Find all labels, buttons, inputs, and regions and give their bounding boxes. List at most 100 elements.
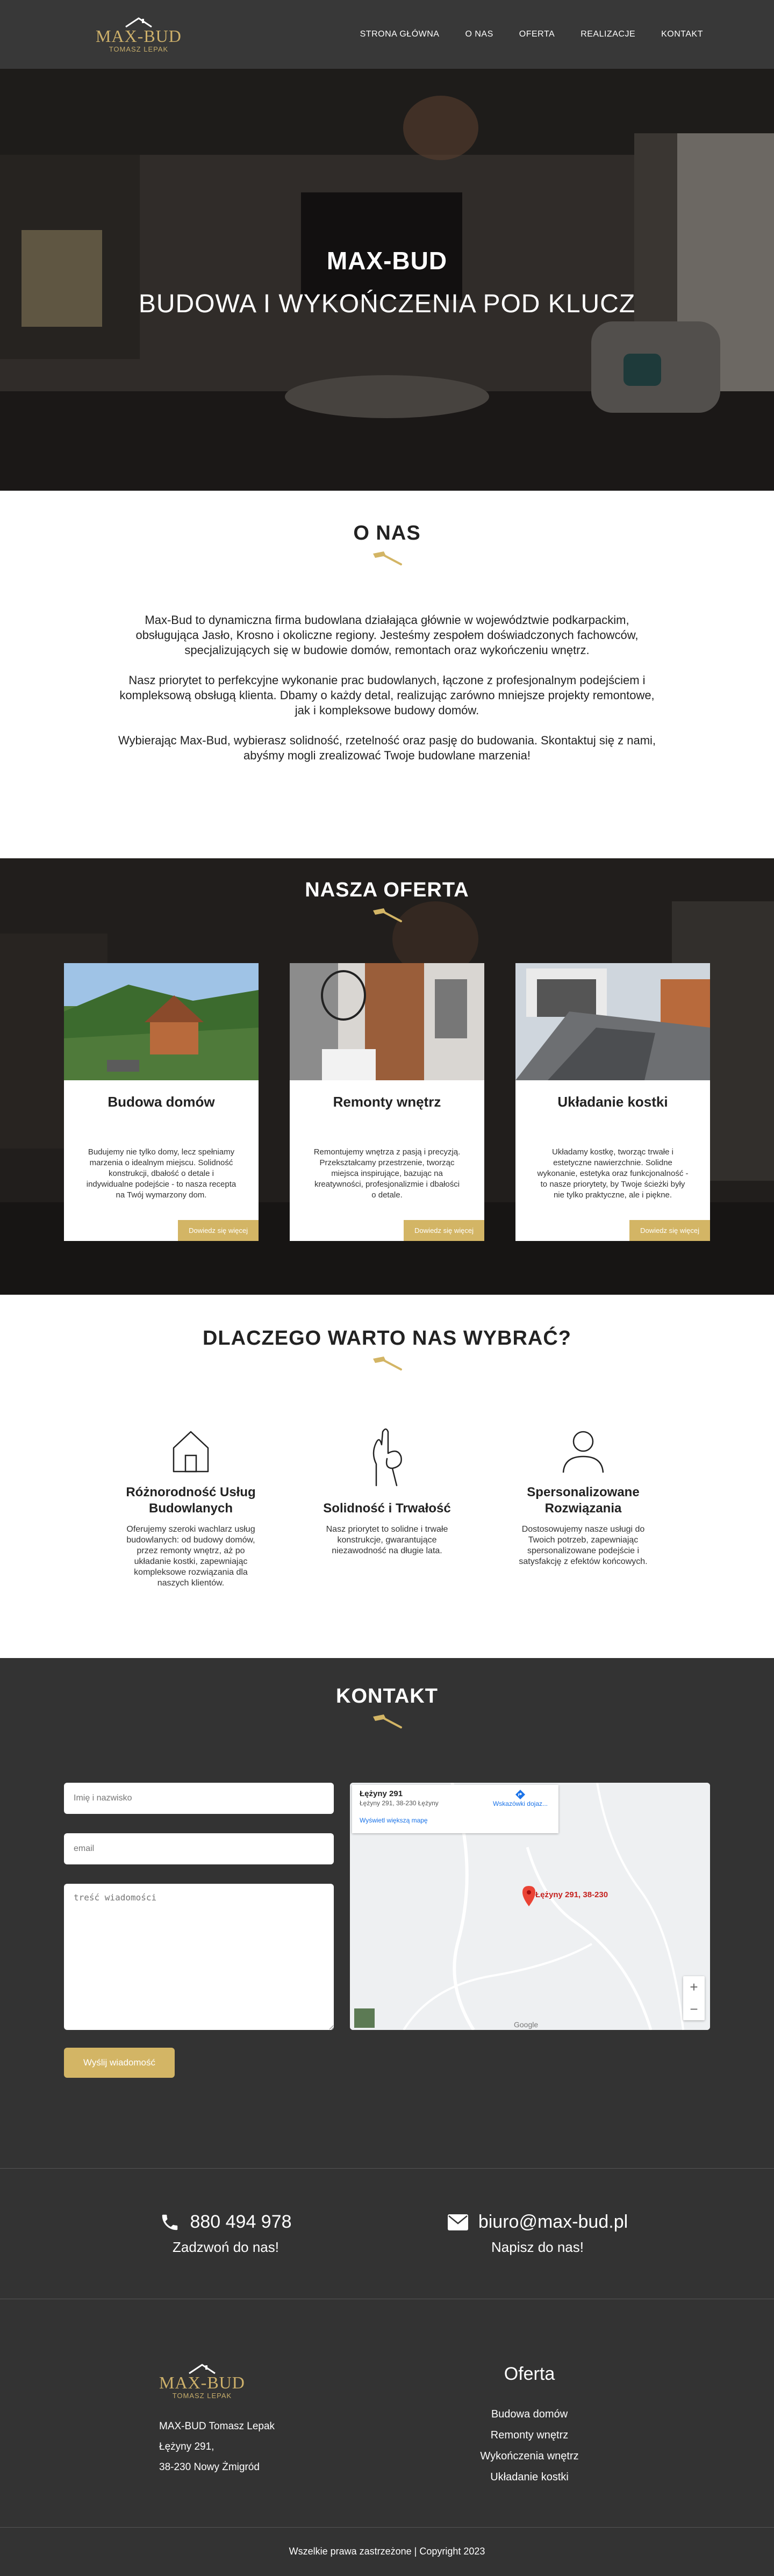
map-zoom-controls: + − [683, 1976, 705, 2020]
address-line: 38-230 Nowy Żmigród [159, 2462, 260, 2473]
offer-card-text: Budujemy nie tylko domy, lecz spełniamy … [86, 1147, 236, 1200]
footer-link-paving[interactable]: Układanie kostki [473, 2467, 586, 2488]
mail-icon [447, 2214, 468, 2230]
nav-contact[interactable]: KONTAKT [661, 30, 703, 39]
nav-projects[interactable]: REALIZACJE [580, 30, 635, 39]
logo-subtitle: TOMASZ LEPAK [172, 2392, 232, 2400]
learn-more-button[interactable]: Dowiedz się więcej [629, 1220, 710, 1241]
phone-number: 880 494 978 [190, 2212, 292, 2232]
about-paragraph: Wybierając Max-Bud, wybierasz solidność,… [118, 734, 656, 762]
house-construction-photo [64, 963, 259, 1080]
email-input[interactable] [64, 1833, 334, 1864]
address-line: MAX-BUD Tomasz Lepak [159, 2421, 275, 2432]
feature-item: Solidność i Trwałość Nasz priorytet to s… [306, 1426, 468, 1589]
feature-text: Oferujemy szeroki wachlarz usług budowla… [126, 1525, 255, 1588]
footer-address: MAX-BUD Tomasz Lepak Łężyny 291, 38-230 … [159, 2416, 275, 2478]
directions-icon [515, 1790, 525, 1799]
email-address: biuro@max-bud.pl [478, 2212, 628, 2232]
paving-photo [515, 963, 710, 1080]
map-info-box: Łężyny 291 Łężyny 291, 38-230 Łężyny Wyś… [352, 1785, 558, 1833]
why-us-section: DLACZEGO WARTO NAS WYBRAĆ? Różnorodność … [0, 1295, 774, 1658]
email-block: biuro@max-bud.pl Napisz do nas! [435, 2212, 640, 2256]
email-caption: Napisz do nas! [491, 2239, 584, 2255]
footer-link-finishing[interactable]: Wykończenia wnętrz [473, 2446, 586, 2467]
address-line: Łężyny 291, [159, 2441, 214, 2452]
bathroom-photo [290, 963, 484, 1080]
feature-text: Dostosowujemy nasze usługi do Twoich pot… [519, 1525, 648, 1566]
about-section: O NAS Max-Bud to dynamiczna firma budowl… [0, 491, 774, 858]
nav-home[interactable]: STRONA GŁÓWNA [360, 30, 440, 39]
contact-title: KONTAKT [336, 1685, 438, 1707]
feature-title: Różnorodność Usług Budowlanych [126, 1485, 256, 1516]
feature-text: Nasz priorytet to solidne i trwałe konst… [326, 1525, 448, 1555]
zoom-in-button[interactable]: + [683, 1976, 705, 1998]
features-list: Różnorodność Usług Budowlanych Oferujemy… [110, 1426, 664, 1589]
house-icon [173, 1431, 209, 1473]
why-us-title: DLACZEGO WARTO NAS WYBRAĆ? [202, 1327, 572, 1350]
phone-link[interactable]: 880 494 978 [140, 2212, 312, 2233]
logo-brand: MAX-BUD [96, 26, 182, 46]
about-paragraph: Nasz priorytet to perfekcyjne wykonanie … [119, 673, 655, 717]
hammer-icon [373, 551, 402, 565]
learn-more-button[interactable]: Dowiedz się więcej [404, 1220, 484, 1241]
site-header: MAX-BUD TOMASZ LEPAK STRONA GŁÓWNA O NAS… [0, 0, 774, 69]
google-logo: Google [514, 2020, 539, 2029]
hero-subtitle: BUDOWA I WYKOŃCZENIA POD KLUCZ [138, 290, 636, 318]
footer-link-houses[interactable]: Budowa domów [473, 2404, 586, 2425]
nav-about[interactable]: O NAS [465, 30, 493, 39]
hammer-icon [373, 1714, 402, 1728]
hammer-icon [373, 908, 402, 922]
phone-block: 880 494 978 Zadzwoń do nas! [140, 2212, 312, 2256]
contact-info-strip: 880 494 978 Zadzwoń do nas! biuro@max-bu… [0, 2168, 774, 2299]
about-paragraph: Max-Bud to dynamiczna firma budowlana dz… [135, 613, 639, 657]
contact-form: Wyślij wiadomość [64, 1783, 334, 2078]
offer-card-houses: Budowa domów Budujemy nie tylko domy, le… [64, 963, 259, 1241]
main-nav: STRONA GŁÓWNA O NAS OFERTA REALIZACJE KO… [360, 30, 703, 39]
hero-background-image [0, 69, 774, 491]
offer-cards: Budowa domów Budujemy nie tylko domy, le… [64, 963, 710, 1241]
learn-more-button[interactable]: Dowiedz się więcej [178, 1220, 259, 1241]
about-text: Max-Bud to dynamiczna firma budowlana dz… [116, 613, 658, 763]
contact-section: KONTAKT Wyślij wiadomość Łężyny 291 Łęży… [0, 1658, 774, 2168]
logo-subtitle: TOMASZ LEPAK [109, 45, 169, 53]
footer-offer-title: Oferta [504, 2364, 555, 2384]
map-pin-label: Łężyny 291, 38-230 [535, 1890, 608, 1899]
email-link[interactable]: biuro@max-bud.pl [435, 2212, 640, 2233]
offer-card-text: Układamy kostkę, tworząc trwałe i estety… [537, 1147, 689, 1200]
hero-section: MAX-BUD BUDOWA I WYKOŃCZENIA POD KLUCZ [0, 69, 774, 491]
offer-card-title: Remonty wnętrz [333, 1094, 441, 1110]
feature-item: Różnorodność Usług Budowlanych Oferujemy… [110, 1426, 271, 1589]
logo-brand: MAX-BUD [159, 2373, 245, 2392]
nav-offer[interactable]: OFERTA [519, 30, 555, 39]
ok-hand-icon [372, 1428, 402, 1487]
google-map[interactable]: Łężyny 291 Łężyny 291, 38-230 Łężyny Wyś… [350, 1783, 710, 2030]
name-input[interactable] [64, 1783, 334, 1814]
send-message-button[interactable]: Wyślij wiadomość [64, 2048, 175, 2078]
feature-item: Spersonalizowane Rozwiązania Dostosowuje… [503, 1426, 664, 1589]
about-title: O NAS [353, 522, 421, 544]
hero-title: MAX-BUD [326, 247, 448, 275]
hammer-icon [373, 1357, 402, 1370]
feature-title: Spersonalizowane Rozwiązania [527, 1485, 640, 1516]
directions-label: Wskazówki dojaz... [492, 1800, 548, 1807]
larger-map-link[interactable]: Wyświetl większą mapę [360, 1817, 551, 1824]
offer-title: NASZA OFERTA [305, 879, 469, 901]
message-textarea[interactable] [64, 1884, 334, 2030]
offer-card-title: Budowa domów [108, 1094, 215, 1110]
offer-card-title: Układanie kostki [557, 1094, 668, 1110]
zoom-out-button[interactable]: − [683, 1998, 705, 2020]
offer-card-paving: Układanie kostki Układamy kostkę, tworzą… [515, 963, 710, 1241]
offer-card-renovation: Remonty wnętrz Remontujemy wnętrza z pas… [290, 963, 484, 1241]
site-logo[interactable]: MAX-BUD TOMASZ LEPAK [96, 16, 182, 53]
phone-icon [162, 2214, 178, 2230]
offer-card-text: Remontujemy wnętrza z pasją i precyzją. … [313, 1147, 461, 1200]
person-icon [562, 1431, 604, 1473]
copyright: Wszelkie prawa zastrzeżone | Copyright 2… [0, 2527, 774, 2576]
offer-section: NASZA OFERTA Budowa domów Budujemy nie t… [0, 858, 774, 1295]
footer-offer: Oferta Budowa domów Remonty wnętrz Wykoń… [473, 2364, 586, 2488]
feature-title: Solidność i Trwałość [323, 1501, 451, 1516]
footer-logo[interactable]: MAX-BUD TOMASZ LEPAK [159, 2363, 245, 2400]
footer-link-renovation[interactable]: Remonty wnętrz [473, 2425, 586, 2446]
directions-link[interactable]: Wskazówki dojaz... [493, 1789, 548, 1807]
site-footer: MAX-BUD TOMASZ LEPAK MAX-BUD Tomasz Lepa… [0, 2299, 774, 2527]
